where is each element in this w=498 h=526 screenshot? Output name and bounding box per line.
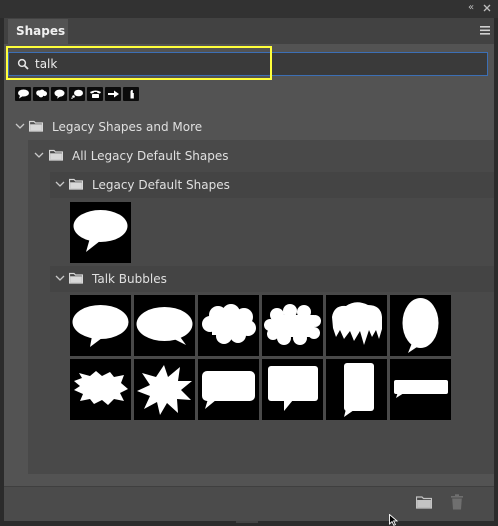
tree-item-label: Talk Bubbles	[92, 272, 167, 286]
mouse-cursor-icon	[389, 514, 399, 526]
shape-thumb-talk-bubble-oval[interactable]	[70, 202, 131, 263]
talk-bubble-cloud-icon[interactable]	[33, 87, 49, 101]
shape-thumb-talk-bubble-cloud[interactable]	[198, 295, 259, 356]
double-chevron-left-icon[interactable]: «	[464, 3, 478, 13]
shape-thumb-talk-bubble-jagged[interactable]	[70, 359, 131, 420]
folder-icon	[29, 120, 43, 132]
panel-menu-icon[interactable]	[480, 26, 490, 35]
tab-shapes[interactable]: Shapes	[8, 19, 68, 44]
tree-item-label: Legacy Default Shapes	[92, 178, 230, 192]
shape-thumb-talk-bubble-rect[interactable]	[198, 359, 259, 420]
shape-thumb-talk-bubble-oval[interactable]	[70, 295, 131, 356]
telephone-icon[interactable]	[87, 87, 103, 101]
shape-thumb-talk-bubble-banner[interactable]	[390, 359, 451, 420]
panel-tab-row: Shapes	[4, 18, 494, 44]
folder-icon	[69, 178, 83, 190]
resize-grip[interactable]	[236, 520, 258, 524]
folder-icon[interactable]	[416, 495, 432, 509]
panel-title-bar: «	[0, 0, 498, 18]
search-icon	[17, 58, 29, 70]
folder-icon	[69, 272, 83, 284]
shapes-panel: Shapes talk Legacy Shapes and More All L…	[4, 18, 494, 521]
close-icon[interactable]	[482, 3, 492, 13]
tree-item-label: All Legacy Default Shapes	[72, 149, 229, 163]
arrow-right-icon[interactable]	[105, 87, 121, 101]
shape-thumb-talk-bubble-wide[interactable]	[134, 295, 195, 356]
search-suggestions	[15, 87, 139, 101]
shape-thumb-talk-bubble-cloud-puffy[interactable]	[262, 295, 323, 356]
shape-thumb-talk-bubble-rect-square[interactable]	[262, 359, 323, 420]
talk-bubble-round-icon[interactable]	[51, 87, 67, 101]
chevron-down-icon[interactable]	[55, 274, 65, 282]
tree-item-legacy-shapes[interactable]: Legacy Shapes and More	[4, 114, 494, 140]
panel-footer	[4, 486, 494, 521]
thought-bubble-icon[interactable]	[69, 87, 85, 101]
search-field[interactable]	[8, 52, 488, 76]
tree-item-label: Legacy Shapes and More	[52, 120, 203, 134]
search-input[interactable]	[35, 53, 475, 75]
folder-icon	[49, 149, 63, 161]
chevron-down-icon[interactable]	[34, 151, 44, 159]
shape-thumb-talk-bubble-rect-tall[interactable]	[326, 359, 387, 420]
talk-bubble-oval-icon[interactable]	[15, 87, 31, 101]
chevron-down-icon[interactable]	[55, 180, 65, 188]
tree-item-legacy-default-shapes[interactable]: Legacy Default Shapes	[4, 172, 494, 198]
trash-icon[interactable]	[450, 494, 464, 510]
shape-thumb-talk-bubble-drip[interactable]	[326, 295, 387, 356]
hand-icon[interactable]	[123, 87, 139, 101]
shape-thumb-talk-bubble-burst[interactable]	[134, 359, 195, 420]
chevron-down-icon[interactable]	[15, 122, 25, 130]
tree-item-all-legacy-default[interactable]: All Legacy Default Shapes	[4, 143, 494, 169]
shape-thumb-talk-bubble-tall-oval[interactable]	[390, 295, 451, 356]
tree-item-talk-bubbles[interactable]: Talk Bubbles	[4, 266, 494, 292]
